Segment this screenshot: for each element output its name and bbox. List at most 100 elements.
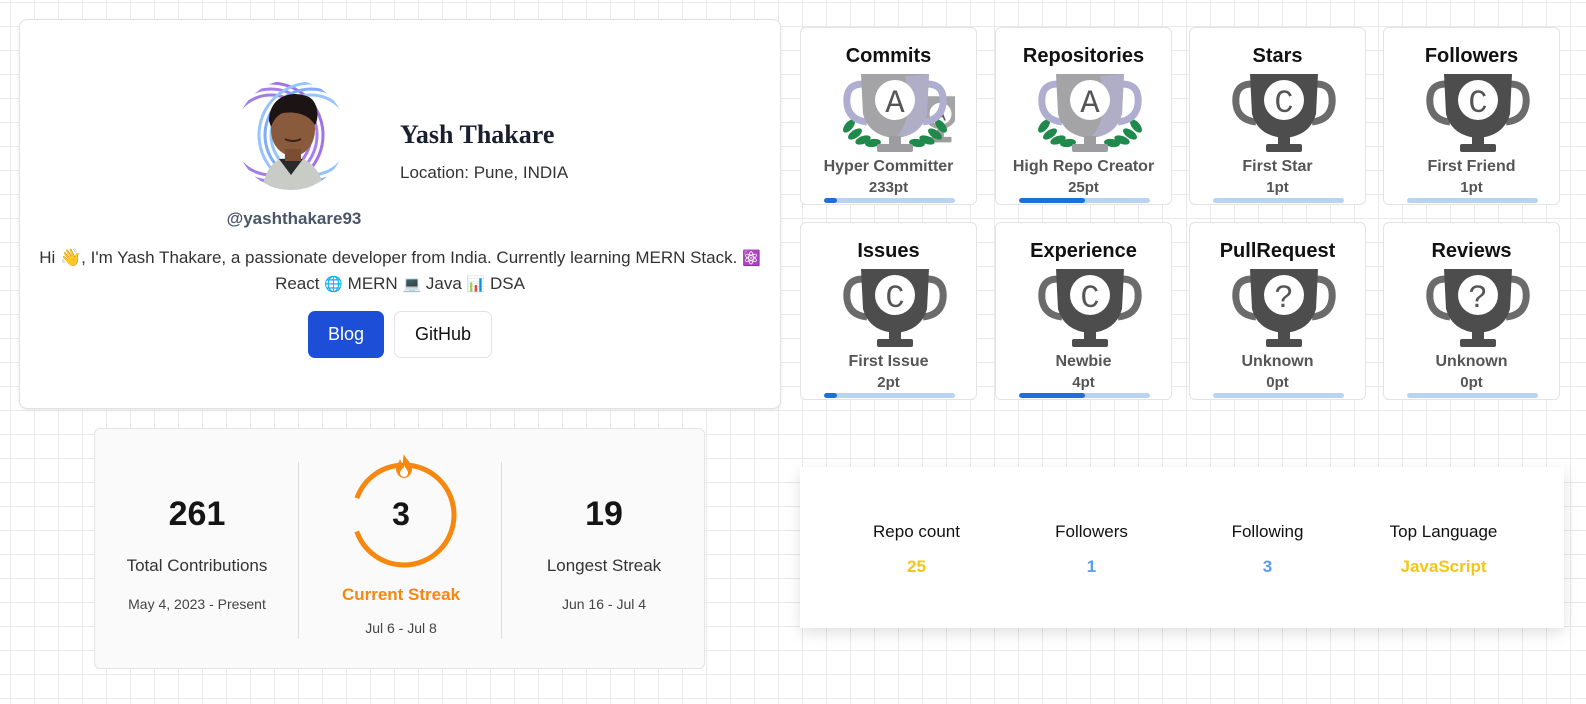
trophy-title: Unknown	[1435, 353, 1508, 370]
trophy-category: Followers	[1424, 45, 1519, 67]
trophy-category: Commits	[845, 45, 932, 67]
svg-text:C: C	[885, 280, 904, 317]
trophy-repositories: Repositories A High Repo Creator 25pt	[995, 27, 1172, 205]
longest-streak-value: 19	[585, 495, 623, 533]
current-streak-label: Current Streak	[341, 585, 461, 604]
longest-streak: 19 Longest Streak Jun 16 - Jul 4	[502, 429, 706, 670]
github-button[interactable]: GitHub	[394, 311, 493, 358]
globe-icon: 🌐	[324, 276, 343, 293]
bio-tag-java: Java	[425, 274, 462, 293]
trophy-progress-bar	[1407, 198, 1538, 203]
trophy-title: First Issue	[848, 353, 929, 370]
total-contributions-range: May 4, 2023 - Present	[128, 596, 266, 612]
avatar	[231, 75, 351, 195]
trophy-title: First Star	[1242, 158, 1313, 175]
trophy-points: 1pt	[1266, 179, 1289, 196]
trophy-points: 2pt	[877, 374, 900, 391]
trophy-stars: Stars C First Star 1pt	[1189, 27, 1366, 205]
trophy-progress-bar	[1019, 198, 1150, 203]
trophy-progress-bar	[1019, 393, 1150, 398]
total-contributions-label: Total Contributions	[126, 556, 268, 575]
longest-streak-range: Jun 16 - Jul 4	[561, 596, 647, 612]
trophy-progress-bar	[824, 198, 955, 203]
trophy-progress-bar	[1213, 393, 1344, 398]
trophy-points: 233pt	[868, 179, 909, 196]
svg-text:?: ?	[1468, 280, 1487, 317]
svg-text:?: ?	[1274, 280, 1293, 317]
svg-text:C: C	[1080, 280, 1099, 317]
stat-label: Following	[1231, 522, 1304, 541]
bio-tag-dsa: DSA	[489, 274, 525, 293]
bio-tag-react: React	[275, 274, 320, 293]
trophy-title: Newbie	[1055, 353, 1112, 370]
trophy-experience: Experience C Newbie 4pt	[995, 222, 1172, 400]
trophy-category: PullRequest	[1219, 240, 1336, 262]
profile-bio: Hi 👋, I'm Yash Thakare, a passionate dev…	[32, 245, 768, 297]
chart-icon: 📊	[466, 276, 486, 293]
trophy-reviews: Reviews? Unknown 0pt	[1383, 222, 1560, 400]
svg-text:C: C	[1274, 85, 1293, 122]
profile-username[interactable]: @yashthakare93	[20, 209, 568, 229]
bio-text: Hi 👋, I'm Yash Thakare, a passionate dev…	[39, 248, 738, 267]
stat-label: Followers	[1055, 522, 1128, 541]
profile-actions: Blog GitHub	[20, 311, 780, 358]
stat-label: Repo count	[873, 522, 960, 541]
trophy-progress-fill	[824, 393, 838, 398]
profile-name: Yash Thakare	[400, 120, 555, 149]
stat-value: 3	[1262, 557, 1273, 576]
blog-button[interactable]: Blog	[307, 311, 384, 358]
trophy-icon: C	[1224, 70, 1344, 154]
trophy-commits: Commits A A Hyper Committer 233pt	[800, 27, 977, 205]
trophy-progress-bar	[1213, 198, 1344, 203]
trophy-points: 1pt	[1460, 179, 1483, 196]
trophy-icon: C	[1030, 265, 1150, 349]
trophy-issues: Issues C First Issue 2pt	[800, 222, 977, 400]
trophy-progress-bar	[824, 393, 955, 398]
github-stats-card: Repo count 25 Followers 1 Following 3 Top Lang…	[800, 467, 1564, 628]
trophy-icon: A	[1030, 70, 1150, 154]
stat-label: Top Language	[1389, 522, 1498, 541]
svg-text:C: C	[1468, 85, 1487, 122]
trophy-category: Reviews	[1431, 240, 1512, 262]
trophy-icon: ?	[1224, 265, 1344, 349]
trophy-progress-fill	[824, 198, 838, 203]
total-contributions-value: 261	[168, 495, 226, 533]
profile-location: Location: Pune, INDIA	[400, 163, 569, 182]
trophy-points: 25pt	[1068, 179, 1099, 196]
streak-card: 261 Total Contributions May 4, 2023 - Pr…	[94, 428, 705, 669]
trophy-progress-bar	[1407, 393, 1538, 398]
trophy-category: Repositories	[1022, 45, 1145, 67]
atom-icon: ⚛️	[742, 250, 761, 267]
trophy-followers: Followers C First Friend 1pt	[1383, 27, 1560, 205]
trophy-category: Stars	[1252, 45, 1303, 67]
svg-text:A: A	[1080, 85, 1100, 122]
total-contributions: 261 Total Contributions May 4, 2023 - Pr…	[95, 429, 299, 670]
trophy-icon: ?	[1418, 265, 1538, 349]
current-streak-range: Jul 6 - Jul 8	[365, 620, 437, 636]
svg-text:A: A	[885, 85, 905, 122]
trophy-points: 4pt	[1072, 374, 1095, 391]
current-streak-value: 3	[392, 496, 410, 532]
fire-icon	[396, 454, 412, 478]
trophy-title: Hyper Committer	[823, 158, 954, 175]
trophy-progress-fill	[1019, 393, 1085, 398]
trophy-icon: C	[1418, 70, 1538, 154]
trophy-icon: C	[835, 265, 955, 349]
stat-value: 25	[907, 557, 926, 576]
trophy-category: Issues	[857, 240, 920, 262]
profile-card: Yash Thakare Location: Pune, INDIA @yash…	[19, 19, 781, 409]
trophy-title: Unknown	[1241, 353, 1314, 370]
current-streak: 3 Current Streak Jul 6 - Jul 8	[299, 429, 503, 670]
trophy-pullrequest: PullRequest? Unknown 0pt	[1189, 222, 1366, 400]
longest-streak-label: Longest Streak	[546, 556, 662, 575]
trophy-title: First Friend	[1427, 158, 1516, 175]
trophy-points: 0pt	[1266, 374, 1289, 391]
trophy-category: Experience	[1030, 240, 1137, 262]
bio-tag-mern: MERN	[347, 274, 398, 293]
trophy-title: High Repo Creator	[1012, 158, 1155, 175]
stat-value: JavaScript	[1400, 557, 1487, 576]
laptop-icon: 💻	[402, 276, 422, 293]
trophy-progress-fill	[1019, 198, 1085, 203]
stat-value: 1	[1086, 557, 1097, 576]
trophy-points: 0pt	[1460, 374, 1483, 391]
